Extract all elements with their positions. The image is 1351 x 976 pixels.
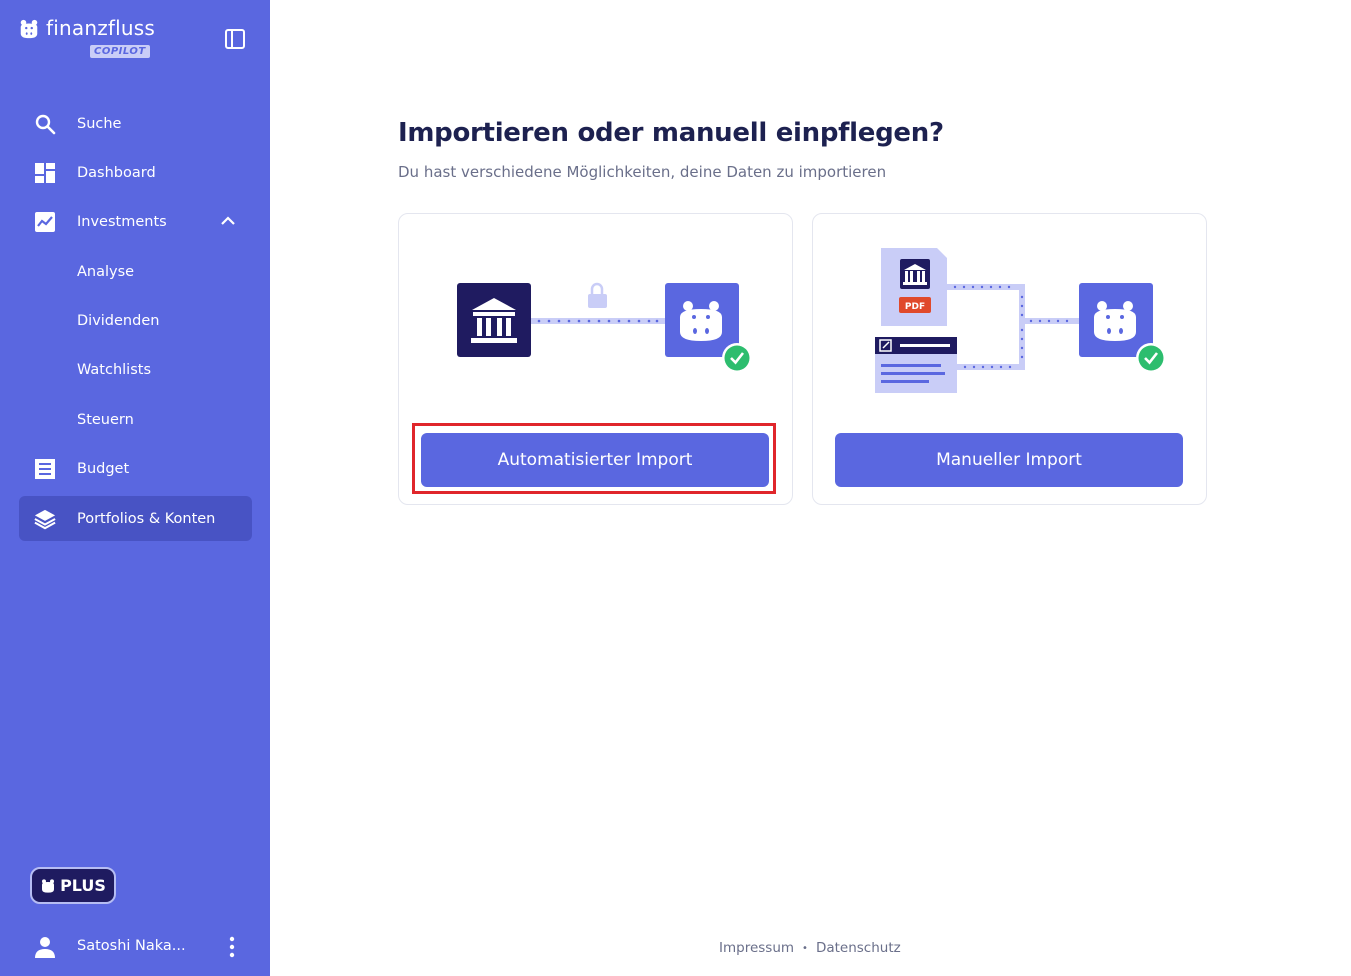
sidebar-item-steuern[interactable]: Steuern — [19, 397, 252, 442]
datenschutz-link[interactable]: Datenschutz — [816, 940, 901, 956]
brand-name: finanzfluss — [46, 16, 156, 40]
layers-icon — [34, 508, 56, 530]
sidebar-item-label: Dashboard — [77, 164, 156, 181]
sidebar-item-investments[interactable]: Investments — [19, 199, 252, 244]
automated-import-illustration — [457, 282, 752, 373]
page-subtitle: Du hast verschiedene Möglichkeiten, dein… — [398, 163, 887, 181]
user-avatar-icon — [35, 937, 55, 958]
sidebar-item-label: Budget — [77, 460, 130, 477]
sidebar-item-label: Analyse — [77, 263, 135, 280]
hippo-icon — [42, 878, 55, 893]
sidebar-item-budget[interactable]: Budget — [19, 446, 252, 491]
pdf-label: PDF — [905, 302, 925, 312]
footer: Impressum • Datenschutz — [719, 940, 901, 956]
sidebar-item-label: Suche — [77, 115, 122, 132]
brand-logo[interactable]: finanzfluss — [18, 16, 155, 40]
manual-import-card[interactable]: PDF Manueller Import — [812, 213, 1207, 505]
sidebar-item-label: Dividenden — [77, 312, 160, 329]
sidebar-item-label: Portfolios & Konten — [77, 510, 216, 527]
receipt-icon — [34, 458, 56, 480]
chart-line-icon — [34, 211, 56, 233]
plus-badge[interactable]: PLUS — [30, 867, 116, 904]
user-menu[interactable]: Satoshi Naka... — [0, 930, 270, 966]
footer-separator: • — [802, 942, 808, 954]
chevron-up-icon[interactable] — [220, 213, 236, 229]
sidebar-toggle-icon[interactable] — [224, 28, 246, 50]
copilot-badge: COPILOT — [90, 45, 150, 58]
sidebar-item-label: Steuern — [77, 411, 134, 428]
sidebar-item-dividenden[interactable]: Dividenden — [19, 298, 252, 343]
dashboard-icon — [34, 162, 56, 184]
impressum-link[interactable]: Impressum — [719, 940, 794, 956]
search-icon — [34, 113, 56, 135]
plus-label: PLUS — [60, 876, 106, 895]
automated-import-card[interactable]: Automatisierter Import — [398, 213, 793, 505]
sidebar: finanzfluss COPILOT Suche Dashboard Inve… — [0, 0, 270, 976]
sidebar-item-suche[interactable]: Suche — [19, 101, 252, 146]
manual-import-illustration: PDF — [875, 248, 1166, 393]
manual-import-button[interactable]: Manueller Import — [835, 433, 1183, 487]
hippo-logo-icon — [20, 19, 38, 39]
sidebar-item-watchlists[interactable]: Watchlists — [19, 347, 252, 392]
highlight-box — [412, 423, 776, 494]
page-title: Importieren oder manuell einpflegen? — [398, 118, 944, 148]
user-name: Satoshi Naka... — [77, 938, 186, 954]
sidebar-item-dashboard[interactable]: Dashboard — [19, 150, 252, 195]
sidebar-item-analyse[interactable]: Analyse — [19, 249, 252, 294]
sidebar-item-label: Investments — [77, 213, 167, 230]
sidebar-item-label: Watchlists — [77, 361, 151, 378]
more-vertical-icon[interactable] — [226, 936, 238, 958]
sidebar-item-portfolios-konten[interactable]: Portfolios & Konten — [19, 496, 252, 541]
